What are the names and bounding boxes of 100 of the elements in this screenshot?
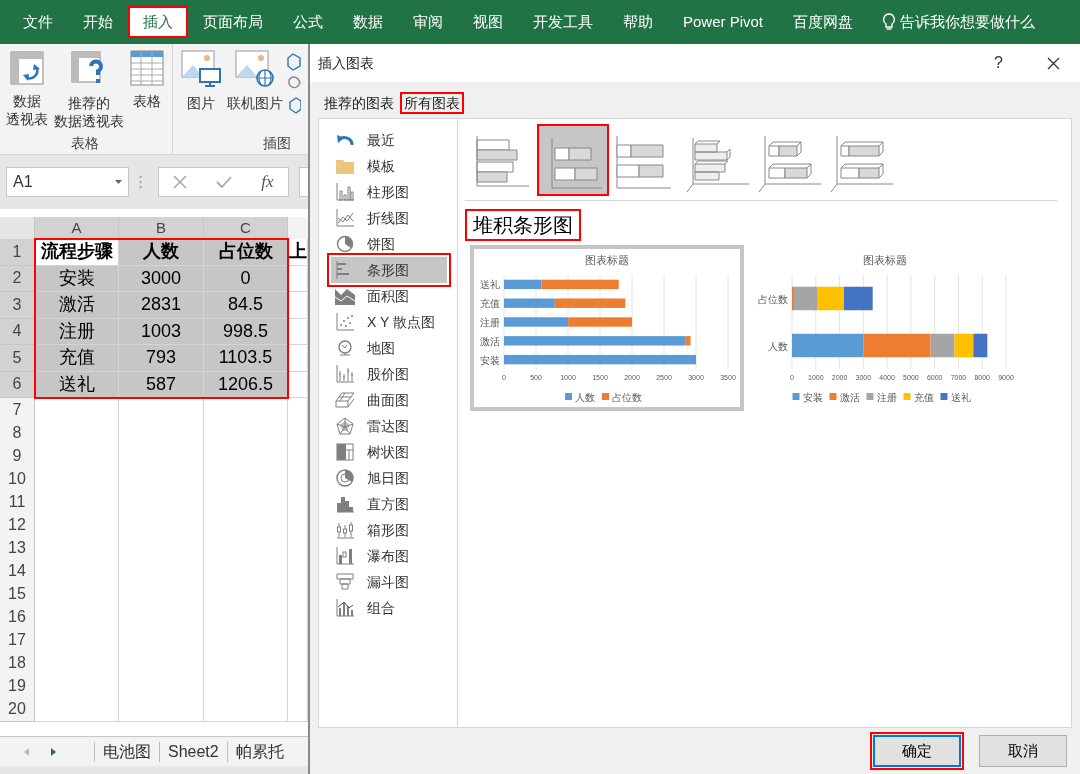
row-header[interactable]: 11 [0, 490, 35, 515]
chart-type-item[interactable]: 最近 [331, 127, 447, 153]
dialog-button[interactable]: 取消 [979, 735, 1067, 767]
chart-type-item[interactable]: X Y 散点图 [331, 309, 447, 335]
chart-type-item[interactable]: 股价图 [331, 361, 447, 387]
picture-icon [181, 50, 221, 88]
chart-type-item[interactable]: 瀑布图 [331, 543, 447, 569]
row-header[interactable]: 16 [0, 605, 35, 630]
chart-type-item[interactable]: 旭日图 [331, 465, 447, 491]
online-picture-icon [235, 50, 275, 88]
row-header[interactable]: 18 [0, 651, 35, 676]
dialog-tab[interactable]: 所有图表 [400, 92, 464, 114]
row-header[interactable]: 5 [0, 345, 35, 372]
row-header[interactable]: 14 [0, 559, 35, 584]
sheet-tab[interactable]: Sheet2 [160, 739, 227, 764]
row-header[interactable]: 7 [0, 398, 35, 423]
chart-title: 图表标题 [863, 254, 907, 266]
chart-title: 图表标题 [585, 254, 629, 266]
select-all-corner[interactable] [0, 217, 35, 241]
tell-me-search[interactable]: 告诉我你想要做什么 [900, 10, 1036, 34]
scroll-right-icon[interactable] [51, 747, 56, 756]
bar-segment [817, 286, 844, 311]
chart-type-item[interactable]: 模板 [331, 153, 447, 179]
menu-tab[interactable]: 百度网盘 [778, 0, 869, 44]
name-box[interactable]: A1 [6, 167, 129, 197]
bar-segment [504, 317, 569, 327]
row-header[interactable]: 9 [0, 444, 35, 469]
scroll-left-icon[interactable] [24, 747, 29, 756]
table-cell [288, 292, 308, 319]
table-cell: 2831 [119, 292, 204, 319]
cancel-icon[interactable] [173, 175, 188, 189]
menu-tab[interactable]: 数据 [338, 0, 398, 44]
menu-tab[interactable]: 页面布局 [188, 0, 278, 44]
menu-tab[interactable]: 视图 [458, 0, 518, 44]
row-header[interactable]: 13 [0, 536, 35, 561]
chart-type-item[interactable]: 面积图 [331, 283, 447, 309]
ribbon-button[interactable]: 图片 [179, 50, 223, 131]
row-header[interactable]: 17 [0, 628, 35, 653]
combo-chart-icon [336, 599, 354, 617]
table-cell: 3000 [119, 265, 204, 292]
menu-tab[interactable]: 开始 [68, 0, 128, 44]
histogram-icon [336, 495, 354, 513]
chart-type-item[interactable]: 直方图 [331, 491, 447, 517]
chart-type-item[interactable]: 曲面图 [331, 387, 447, 413]
chart-subtype-title: 堆积条形图 [465, 209, 581, 241]
row-header[interactable]: 15 [0, 582, 35, 607]
table-cell [288, 345, 308, 372]
sheet-tab[interactable]: 电池图 [95, 739, 159, 764]
menu-tab[interactable]: 审阅 [398, 0, 458, 44]
ribbon-button[interactable]: 联机图片 [225, 50, 285, 131]
help-button[interactable]: ? [994, 51, 1003, 75]
box-plot-icon [336, 521, 354, 539]
ribbon-button[interactable]: 表格 [128, 50, 166, 131]
row-header[interactable]: 1 [0, 239, 35, 266]
column-header[interactable]: A [35, 217, 119, 241]
menu-tab[interactable]: 公式 [278, 0, 338, 44]
legend-label: 安装 [802, 392, 823, 403]
check-icon[interactable] [216, 176, 233, 188]
chart-type-item[interactable]: 折线图 [331, 205, 447, 231]
row-header[interactable]: 8 [0, 421, 35, 446]
menu-tab[interactable]: 文件 [8, 0, 68, 44]
row-header[interactable]: 3 [0, 292, 35, 319]
row-header[interactable]: 10 [0, 467, 35, 492]
chart-subtype-option[interactable] [537, 124, 609, 196]
menu-tab[interactable]: 帮助 [608, 0, 668, 44]
menu-tab[interactable]: Power Pivot [668, 0, 779, 44]
table-cell: 占位数 [204, 239, 288, 266]
chart-type-item[interactable]: 组合 [331, 595, 447, 621]
chart-type-item[interactable]: 雷达图 [331, 413, 447, 439]
insert-function-button[interactable]: fx [261, 169, 274, 195]
sheet-tab[interactable]: 帕累托 [227, 739, 292, 764]
ribbon-button[interactable]: 数据 透视表 [4, 50, 50, 131]
table-icon [130, 50, 164, 86]
column-header[interactable]: B [119, 217, 204, 241]
column-header[interactable]: C [204, 217, 288, 241]
table-cell: 上 [288, 239, 308, 266]
chart-type-item[interactable]: 饼图 [331, 231, 447, 257]
row-header[interactable]: 12 [0, 513, 35, 538]
menu-tab[interactable]: 插入 [128, 6, 188, 38]
pivot-table-icon [9, 50, 45, 86]
row-header[interactable]: 19 [0, 674, 35, 699]
chart-type-item[interactable]: 地图 [331, 335, 447, 361]
category-label: 激活 [480, 335, 500, 347]
surface-chart-icon [335, 391, 355, 409]
legend-swatch [829, 393, 837, 400]
chart-type-item[interactable]: 树状图 [331, 439, 447, 465]
dropdown-caret-icon [115, 180, 122, 184]
dialog-button[interactable]: 确定 [873, 735, 961, 767]
chart-type-item[interactable]: 箱形图 [331, 517, 447, 543]
close-icon[interactable] [1047, 56, 1060, 70]
chart-type-item[interactable]: 漏斗图 [331, 569, 447, 595]
ribbon-button[interactable]: 推荐的 数据透视表 [52, 50, 126, 131]
bar-segment [973, 333, 988, 358]
dialog-tab[interactable]: 推荐的图表 [320, 92, 398, 114]
formula-field[interactable] [299, 167, 309, 197]
chart-type-item[interactable]: 柱形图 [331, 179, 447, 205]
row-header[interactable]: 20 [0, 697, 35, 722]
menu-tab[interactable]: 开发工具 [518, 0, 608, 44]
table-cell: 流程步骤 [35, 239, 119, 266]
bar-segment [792, 333, 864, 358]
